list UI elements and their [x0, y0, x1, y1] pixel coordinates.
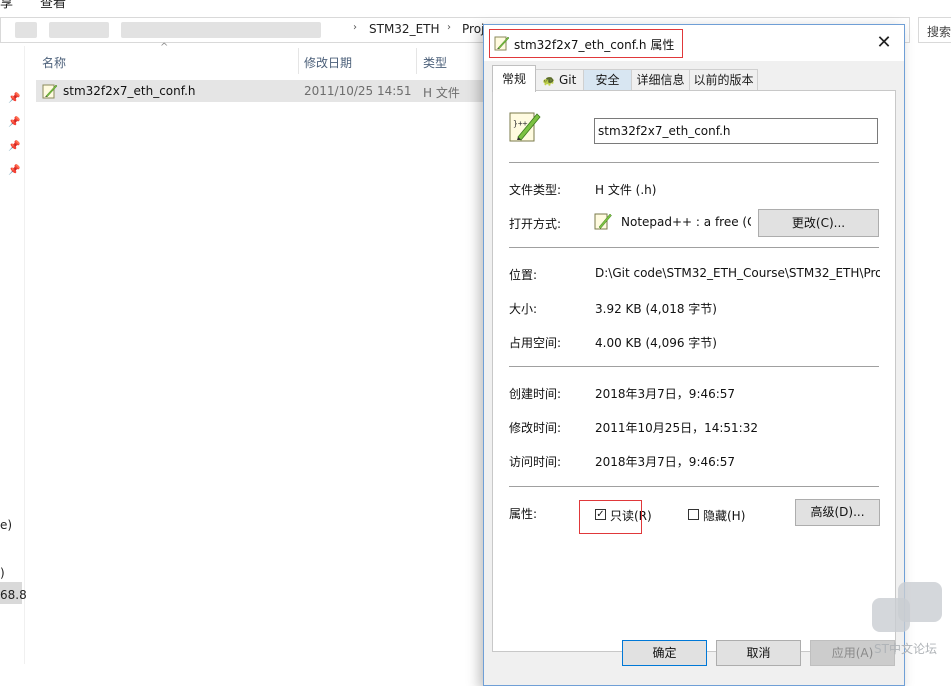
size-on-disk-value: 4.00 KB (4,096 字节) — [595, 336, 717, 350]
breadcrumb-proj[interactable]: Proj — [462, 22, 484, 36]
close-button[interactable]: ✕ — [870, 31, 898, 55]
accessed-label: 访问时间: — [509, 455, 562, 469]
dialog-titlebar[interactable]: stm32f2x7_eth_conf.h 属性 ✕ — [484, 25, 904, 61]
chevron-right-icon: › — [353, 22, 357, 33]
created-value: 2018年3月7日，9:46:57 — [595, 387, 736, 401]
change-button[interactable]: 更改(C)... — [758, 209, 879, 237]
filename-field[interactable] — [594, 118, 878, 144]
modified-label: 修改时间: — [509, 421, 562, 435]
modified-value: 2011年10月25日，14:51:32 — [595, 421, 758, 435]
column-header-type[interactable]: 类型 — [423, 54, 447, 71]
attributes-label: 属性: — [509, 507, 538, 521]
pin-icon[interactable]: 📌 — [8, 141, 20, 152]
column-divider[interactable] — [298, 48, 299, 74]
blurred-path-segment — [15, 22, 37, 38]
ribbon-tab-view[interactable]: 查看 — [40, 0, 66, 10]
watermark-text: ST中文论坛 — [874, 642, 937, 656]
divider — [509, 486, 879, 487]
close-icon: ✕ — [876, 32, 892, 53]
chevron-right-icon: › — [447, 22, 451, 33]
tab-security[interactable]: 安全 — [583, 69, 632, 90]
location-value: D:\Git code\STM32_ETH_Course\STM32_ETH\P… — [595, 266, 880, 280]
tab-details[interactable]: 详细信息 — [631, 69, 690, 90]
cancel-button[interactable]: 取消 — [716, 640, 801, 666]
divider — [509, 247, 879, 248]
size-value: 3.92 KB (4,018 字节) — [595, 302, 717, 316]
hidden-checkbox[interactable] — [688, 509, 699, 520]
file-modified-date: 2011/10/25 14:51 — [304, 84, 412, 98]
size-label: 大小: — [509, 302, 538, 316]
general-tab-panel: }++ 文件类型: H 文件 (.h) 打开方式: Notepad++ : a … — [492, 90, 896, 652]
file-type-label: 文件类型: — [509, 183, 562, 197]
column-header-name[interactable]: 名称 — [42, 54, 66, 71]
chat-bubble-icon — [872, 598, 910, 632]
ribbon-tab-share[interactable]: 享 — [0, 0, 13, 10]
column-headers: ^ 名称 修改日期 类型 — [36, 42, 486, 74]
search-placeholder: 搜索 — [927, 25, 951, 39]
file-type: H 文件 — [423, 86, 460, 100]
breadcrumb-stm32-eth[interactable]: STM32_ETH — [369, 22, 440, 36]
svg-text:}++: }++ — [513, 119, 528, 128]
notepad-plus-plus-file-icon — [42, 84, 58, 99]
ok-button[interactable]: 确定 — [622, 640, 707, 666]
file-type-value: H 文件 (.h) — [595, 183, 657, 197]
properties-dialog: stm32f2x7_eth_conf.h 属性 ✕ 常规 🐢 Git 安全 详细… — [483, 24, 905, 686]
ribbon-tabs: 享 查看 — [0, 0, 951, 10]
sort-ascending-icon: ^ — [160, 42, 169, 53]
open-with-value: Notepad++ : a free (G — [621, 215, 751, 229]
navigation-pane: 📌 📌 📌 📌 e) ) 68.8 — [0, 46, 27, 664]
tab-label: 安全 — [595, 73, 620, 87]
dialog-footer: 确定 取消 应用(A) — [484, 638, 904, 678]
hidden-label[interactable]: 隐藏(H) — [703, 507, 745, 524]
tab-label: Git — [558, 73, 577, 87]
created-label: 创建时间: — [509, 387, 562, 401]
file-name: stm32f2x7_eth_conf.h — [63, 84, 196, 98]
notepad-plus-plus-app-icon — [594, 213, 612, 230]
turtle-icon: 🐢 — [542, 76, 556, 87]
tab-label: 详细信息 — [636, 73, 685, 87]
column-divider[interactable] — [416, 48, 417, 74]
column-header-modified[interactable]: 修改日期 — [304, 54, 352, 71]
watermark-logo: ST中文论坛 — [870, 580, 950, 664]
search-input[interactable]: 搜索 — [918, 17, 951, 43]
nav-item-fragment[interactable]: e) — [0, 518, 12, 532]
pin-icon[interactable]: 📌 — [8, 93, 20, 104]
blurred-path-segment — [121, 22, 321, 38]
divider — [509, 366, 879, 367]
accessed-value: 2018年3月7日，9:46:57 — [595, 455, 736, 469]
nav-item-fragment[interactable]: ) — [0, 566, 5, 580]
divider — [509, 162, 879, 163]
annotation-highlight-box — [489, 29, 683, 58]
tab-label: 以前的版本 — [693, 73, 754, 87]
tab-general[interactable]: 常规 — [492, 65, 536, 92]
table-row[interactable]: stm32f2x7_eth_conf.h 2011/10/25 14:51 H … — [36, 80, 486, 102]
annotation-highlight-box — [579, 500, 642, 534]
open-with-label: 打开方式: — [509, 217, 562, 231]
location-label: 位置: — [509, 268, 538, 282]
tab-label: 常规 — [501, 72, 526, 86]
notepad-plus-plus-file-icon: }++ — [509, 112, 541, 142]
advanced-button[interactable]: 高级(D)... — [795, 499, 880, 526]
nav-item-fragment[interactable]: 68.8 — [0, 588, 27, 602]
size-on-disk-label: 占用空间: — [509, 336, 562, 350]
pin-icon[interactable]: 📌 — [8, 165, 20, 176]
tab-git[interactable]: 🐢 Git — [535, 69, 584, 90]
pin-icon[interactable]: 📌 — [8, 117, 20, 128]
tab-bar: 常规 🐢 Git 安全 详细信息 以前的版本 — [492, 65, 896, 92]
tab-previous-versions[interactable]: 以前的版本 — [689, 69, 758, 90]
blurred-path-segment — [49, 22, 109, 38]
